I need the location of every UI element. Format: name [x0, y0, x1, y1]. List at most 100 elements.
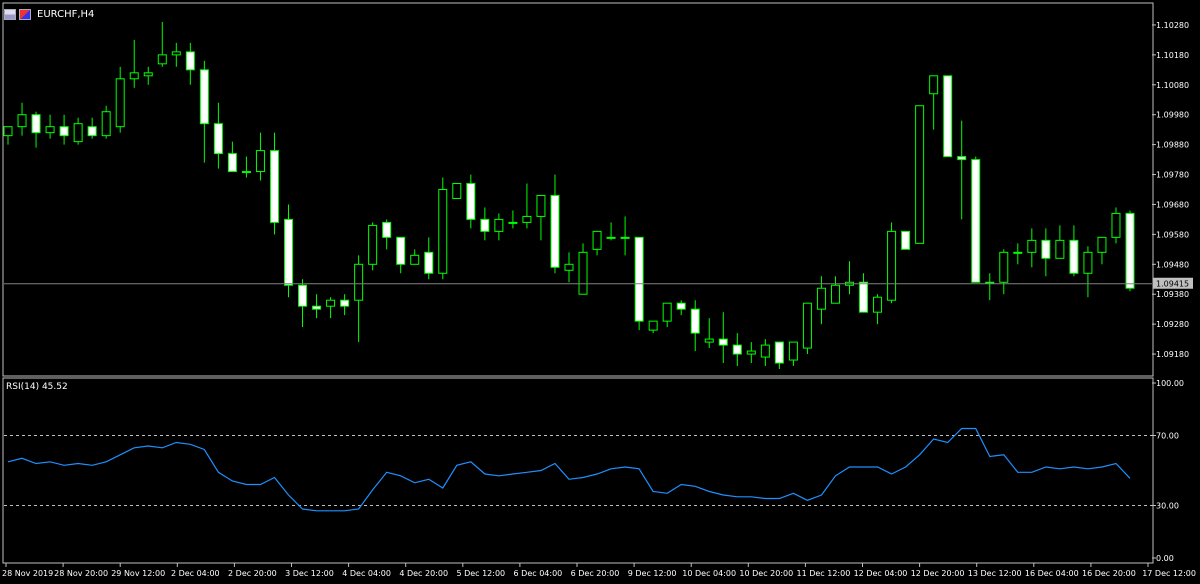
candle-body — [508, 221, 518, 224]
candle-body — [269, 150, 279, 223]
candle-body — [887, 230, 897, 301]
candle-body — [536, 194, 546, 217]
candle-body — [45, 126, 55, 134]
candle-body — [1041, 239, 1051, 259]
time-tick-label: 29 Nov 12:00 — [111, 569, 165, 578]
chart-title-bar: EURCHF,H4 — [4, 7, 94, 21]
candle-body — [17, 114, 27, 128]
candle-body — [31, 114, 41, 134]
time-tick-label: 4 Dec 04:00 — [342, 569, 391, 578]
time-tick-label: 6 Dec 20:00 — [571, 569, 620, 578]
main-chart-panel — [2, 2, 1154, 377]
candle-body — [284, 218, 293, 286]
candle-body — [452, 183, 462, 199]
candle-body — [101, 111, 111, 137]
rsi-tick-label: 70.00 — [1156, 432, 1179, 441]
time-tick-label: 12 Dec 20:00 — [911, 569, 965, 578]
candle-body — [718, 338, 728, 346]
rsi-label: RSI(14) 45.52 — [6, 382, 68, 392]
time-tick-label: 11 Dec 12:00 — [796, 569, 850, 578]
candle-body — [157, 54, 167, 65]
chart-canvas[interactable]: 1.10280 1.10180 1.10080 1.09980 1.09880 1.097… — [0, 0, 1200, 584]
candle-body — [760, 344, 770, 358]
candle-body — [662, 302, 672, 322]
time-tick-label: 9 Dec 12:00 — [628, 569, 677, 578]
candle-body — [901, 230, 911, 250]
candle-body — [424, 251, 434, 274]
candle-body — [396, 236, 406, 265]
price-tick-label: 1.10180 — [1156, 51, 1189, 60]
time-tick-label: 10 Dec 04:00 — [682, 569, 736, 578]
candle-body — [999, 251, 1009, 283]
candle-body — [971, 159, 981, 283]
price-tick-label: 1.09780 — [1156, 171, 1189, 180]
symbol-title: EURCHF,H4 — [37, 8, 95, 20]
rsi-tick-label: 0.00 — [1156, 554, 1174, 563]
candle-body — [550, 194, 560, 268]
time-tick-label: 16 Dec 04:00 — [1025, 569, 1079, 578]
price-axis: 1.10280 1.10180 1.10080 1.09980 1.09880 1.097… — [4, 21, 1193, 359]
candle-body — [676, 302, 686, 310]
candle-body — [1027, 239, 1037, 253]
candle-body — [873, 296, 883, 313]
symbol-flag-icon — [19, 8, 31, 20]
candle-body — [634, 236, 644, 322]
candle-body — [59, 126, 69, 137]
price-tick-label: 1.09680 — [1156, 200, 1189, 209]
time-tick-label: 6 Dec 04:00 — [514, 569, 563, 578]
candle-body — [859, 281, 869, 313]
chart-window-icon — [4, 8, 16, 20]
price-tick-label: 1.09880 — [1156, 141, 1189, 150]
price-tick-label: 1.09280 — [1156, 320, 1189, 329]
candle-body — [199, 69, 209, 125]
price-tick-label: 1.09180 — [1156, 350, 1189, 359]
time-tick-label: 28 Nov 2019 — [2, 569, 53, 578]
candle-body — [354, 263, 364, 301]
price-tick-label: 1.09380 — [1156, 290, 1189, 299]
candle-body — [340, 299, 350, 307]
candle-body — [830, 284, 840, 304]
candle-body — [115, 78, 125, 128]
current-price-label: 1.09415 — [1156, 280, 1189, 289]
candle-body — [171, 51, 181, 56]
candle-body — [312, 305, 322, 310]
candle-body — [227, 153, 237, 173]
candle-body — [746, 350, 756, 355]
time-tick-label: 2 Dec 04:00 — [171, 569, 220, 578]
candle-body — [915, 105, 925, 244]
candle-body — [1125, 212, 1135, 289]
price-tick-label: 1.10080 — [1156, 81, 1189, 90]
candle-body — [255, 150, 265, 173]
candle-body — [129, 72, 139, 80]
candle-body — [185, 51, 195, 71]
price-tick-label: 1.09980 — [1156, 111, 1189, 120]
time-axis: 28 Nov 2019 28 Nov 20:00 29 Nov 12:00 2 Dec… — [2, 563, 1196, 578]
time-tick-label: 17 Dec 12:00 — [1142, 569, 1196, 578]
candle-body — [3, 126, 13, 137]
candle-body — [957, 156, 967, 161]
rsi-line — [7, 427, 1131, 512]
candle-body — [564, 263, 574, 271]
candle-body — [578, 251, 588, 295]
time-tick-label: 3 Dec 12:00 — [285, 569, 334, 578]
candle-body — [1083, 251, 1093, 274]
candle-body — [73, 123, 83, 143]
candle-body — [732, 344, 742, 355]
rsi-tick-label: 30.00 — [1156, 502, 1179, 511]
time-tick-label: 12 Dec 04:00 — [854, 569, 908, 578]
time-tick-label: 5 Dec 12:00 — [456, 569, 505, 578]
candle-body — [480, 218, 490, 232]
candle-body — [1111, 212, 1121, 238]
price-tick-label: 1.09480 — [1156, 260, 1189, 269]
candle-body — [1069, 239, 1079, 274]
candle-body — [592, 230, 602, 250]
candle-body — [802, 302, 812, 349]
rsi-panel — [2, 377, 1154, 564]
time-tick-label: 4 Dec 20:00 — [399, 569, 448, 578]
candle-body — [438, 189, 448, 274]
candle-body — [816, 287, 826, 310]
time-tick-label: 28 Nov 20:00 — [54, 569, 108, 578]
time-tick-label: 10 Dec 20:00 — [739, 569, 793, 578]
rsi-tick-label: 100.00 — [1156, 379, 1184, 388]
candle-body — [241, 171, 251, 174]
